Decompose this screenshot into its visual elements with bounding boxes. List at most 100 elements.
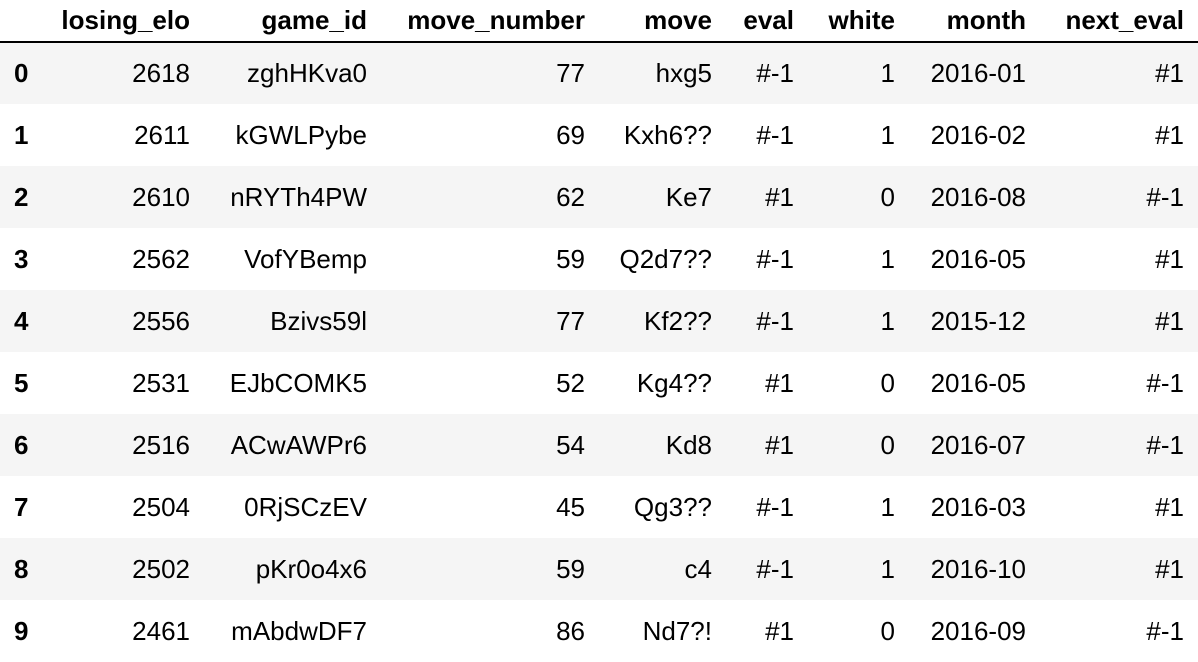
cell-game-id: pKr0o4x6 [255,553,367,584]
table-row: 6 2516 ACwAWPr6 54 Kd8 #1 0 2016-07 #-1 [0,414,1198,476]
cell-losing-elo: 2556 [132,305,190,336]
cell-game-id: ACwAWPr6 [230,429,367,460]
row-index: 7 [14,491,29,522]
cell-move-number: 69 [556,119,585,150]
index-header [0,0,52,43]
cell-losing-elo: 2461 [132,615,190,646]
cell-move-number: 52 [556,367,585,398]
row-index: 0 [14,58,29,88]
header-row: losing_elo game_id move_number move eval… [0,0,1198,43]
cell-losing-elo: 2531 [132,367,190,398]
cell-eval: #1 [765,615,794,646]
cell-next-eval: #-1 [1146,367,1184,398]
cell-losing-elo: 2502 [132,553,190,584]
cell-month: 2016-08 [930,181,1026,212]
cell-eval: #-1 [756,243,794,274]
column-header-move-number: move_number [381,0,599,43]
cell-next-eval: #1 [1155,305,1184,336]
row-index: 2 [14,181,29,212]
cell-next-eval: #1 [1155,119,1184,150]
cell-move: Kd8 [665,429,712,460]
cell-move: Kf2?? [644,305,712,336]
cell-next-eval: #-1 [1146,615,1184,646]
cell-game-id: kGWLPybe [235,119,368,150]
cell-white: 1 [880,553,895,584]
column-header-losing-elo: losing_elo [52,0,204,43]
column-header-game-id: game_id [204,0,381,43]
row-index: 9 [14,615,29,646]
cell-next-eval: #1 [1155,58,1184,88]
cell-move-number: 77 [556,58,585,88]
cell-white: 1 [880,243,895,274]
cell-game-id: 0RjSCzEV [244,491,367,522]
cell-next-eval: #-1 [1146,429,1184,460]
cell-white: 1 [880,58,895,88]
row-index: 8 [14,553,29,584]
row-index: 5 [14,367,29,398]
cell-move-number: 45 [556,491,585,522]
cell-losing-elo: 2562 [132,243,190,274]
row-index: 1 [14,119,29,150]
cell-move: hxg5 [655,58,712,88]
cell-move-number: 77 [556,305,585,336]
table-header: losing_elo game_id move_number move eval… [0,0,1198,43]
table-row: 3 2562 VofYBemp 59 Q2d7?? #-1 1 2016-05 #1 [0,228,1198,290]
cell-next-eval: #1 [1155,491,1184,522]
row-index: 4 [14,305,29,336]
cell-move: Qg3?? [633,491,712,522]
cell-eval: #1 [765,181,794,212]
cell-move: c4 [684,553,712,584]
cell-eval: #-1 [756,119,794,150]
column-header-move: move [599,0,726,43]
table-row: 8 2502 pKr0o4x6 59 c4 #-1 1 2016-10 #1 [0,538,1198,600]
table-body: 0 2618 zghHKva0 77 hxg5 #-1 1 2016-01 #1 1 2611 kGW… [0,42,1198,662]
table-row: 4 2556 Bzivs59l 77 Kf2?? #-1 1 2015-12 #1 [0,290,1198,352]
table-row: 1 2611 kGWLPybe 69 Kxh6?? #-1 1 2016-02 #1 [0,104,1198,166]
cell-month: 2015-12 [930,305,1026,336]
cell-next-eval: #1 [1155,553,1184,584]
cell-month: 2016-09 [930,615,1026,646]
cell-white: 1 [880,119,895,150]
cell-move-number: 59 [556,243,585,274]
cell-losing-elo: 2618 [132,58,190,88]
cell-month: 2016-10 [930,553,1026,584]
cell-move-number: 86 [556,615,585,646]
column-header-next-eval: next_eval [1040,0,1198,43]
cell-move: Kxh6?? [623,119,712,150]
row-index: 3 [14,243,29,274]
cell-losing-elo: 2504 [132,491,190,522]
cell-game-id: mAbdwDF7 [231,615,367,646]
row-index: 6 [14,429,29,460]
cell-game-id: nRYTh4PW [230,181,367,212]
cell-eval: #1 [765,429,794,460]
cell-game-id: zghHKva0 [247,58,367,88]
cell-white: 0 [880,429,895,460]
cell-eval: #-1 [756,305,794,336]
cell-eval: #-1 [756,491,794,522]
cell-move-number: 59 [556,553,585,584]
cell-month: 2016-01 [930,58,1026,88]
cell-losing-elo: 2611 [134,119,190,150]
table-row: 5 2531 EJbCOMK5 52 Kg4?? #1 0 2016-05 #-1 [0,352,1198,414]
cell-month: 2016-02 [930,119,1026,150]
cell-move: Nd7?! [642,615,712,646]
cell-white: 1 [880,305,895,336]
table-row: 2 2610 nRYTh4PW 62 Ke7 #1 0 2016-08 #-1 [0,166,1198,228]
cell-eval: #-1 [756,58,794,88]
cell-move-number: 62 [556,181,585,212]
cell-move: Kg4?? [636,367,712,398]
table-row: 7 2504 0RjSCzEV 45 Qg3?? #-1 1 2016-03 #1 [0,476,1198,538]
cell-eval: #1 [765,367,794,398]
cell-move: Ke7 [665,181,712,212]
cell-month: 2016-07 [930,429,1026,460]
cell-white: 1 [880,491,895,522]
cell-eval: #-1 [756,553,794,584]
column-header-white: white [808,0,909,43]
cell-white: 0 [880,181,895,212]
table-row: 9 2461 mAbdwDF7 86 Nd7?! #1 0 2016-09 #-1 [0,600,1198,662]
cell-month: 2016-05 [930,367,1026,398]
cell-next-eval: #1 [1155,243,1184,274]
cell-game-id: VofYBemp [244,243,367,274]
dataframe-table: losing_elo game_id move_number move eval… [0,0,1198,662]
cell-month: 2016-03 [930,491,1026,522]
